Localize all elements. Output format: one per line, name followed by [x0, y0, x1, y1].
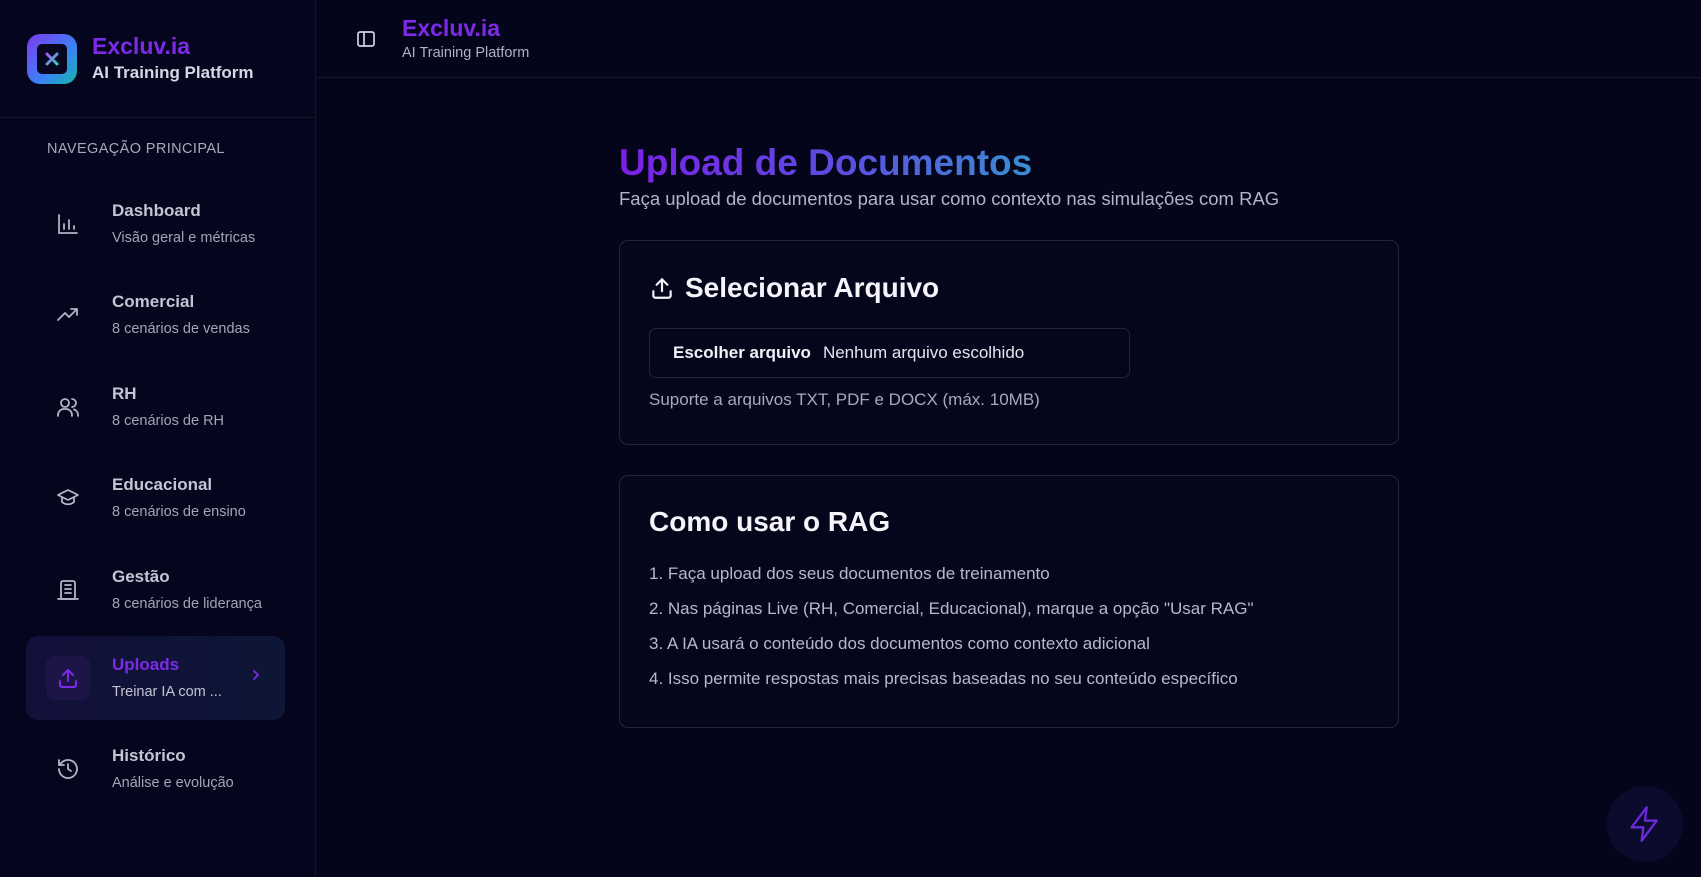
sidebar-item-rh[interactable]: RH 8 cenários de RH	[26, 365, 285, 449]
sidebar-item-desc: Análise e evolução	[112, 775, 234, 791]
trending-up-icon	[46, 293, 90, 337]
sidebar-item-desc: 8 cenários de ensino	[112, 504, 246, 520]
upload-page: Upload de Documentos Faça upload de docu…	[619, 141, 1399, 728]
sidebar-item-desc: 8 cenários de vendas	[112, 321, 250, 337]
logo-icon	[27, 33, 77, 84]
sidebar-item-gestao[interactable]: Gestão 8 cenários de liderança	[26, 548, 285, 632]
sidebar-item-dashboard[interactable]: Dashboard Visão geral e métricas	[26, 182, 285, 266]
sidebar-item-comercial[interactable]: Comercial 8 cenários de vendas	[26, 273, 285, 357]
sidebar-item-title: Educacional	[112, 475, 213, 494]
brand[interactable]: Excluv.ia AI Training Platform	[0, 0, 315, 118]
header-subtitle: AI Training Platform	[402, 44, 530, 61]
upload-card: Selecionar Arquivo Escolher arquivo Nenh…	[619, 240, 1399, 445]
upload-card-title-text: Selecionar Arquivo	[685, 272, 940, 303]
sidebar: Excluv.ia AI Training Platform NAVEGAÇÃO…	[0, 0, 316, 877]
list-item: 2. Nas páginas Live (RH, Comercial, Educ…	[649, 599, 1254, 618]
nav-heading: NAVEGAÇÃO PRINCIPAL	[47, 141, 225, 157]
page-title: Upload de Documentos	[619, 142, 1033, 183]
upload-icon	[46, 656, 90, 700]
rag-card: Como usar o RAG 1. Faça upload dos seus …	[619, 475, 1399, 728]
sidebar-item-desc: Treinar IA com ...	[112, 684, 222, 700]
users-icon	[46, 385, 90, 429]
sidebar-item-title: Histórico	[112, 746, 186, 765]
main-content: Excluv.ia AI Training Platform Upload de…	[316, 0, 1701, 877]
sidebar-item-desc: Visão geral e métricas	[112, 230, 256, 246]
brand-subtitle: AI Training Platform	[92, 63, 254, 82]
file-input[interactable]: Escolher arquivo Nenhum arquivo escolhid…	[649, 328, 1130, 378]
sidebar-item-title: Uploads	[112, 655, 180, 674]
sidebar-item-uploads[interactable]: Uploads Treinar IA com ...	[26, 636, 285, 720]
file-status: Nenhum arquivo escolhido	[822, 343, 1025, 362]
upload-icon	[649, 275, 675, 301]
graduation-cap-icon	[46, 476, 90, 520]
sidebar-item-educacional[interactable]: Educacional 8 cenários de ensino	[26, 456, 285, 540]
rag-steps: 1. Faça upload dos seus documentos de tr…	[649, 564, 1369, 689]
sidebar-item-title: Comercial	[112, 292, 195, 311]
brand-name: Excluv.ia	[92, 33, 191, 59]
support-text: Suporte a arquivos TXT, PDF e DOCX (máx.…	[649, 390, 1040, 409]
sidebar-item-title: Dashboard	[112, 201, 201, 220]
rag-card-title: Como usar o RAG	[649, 506, 891, 537]
building-icon	[46, 568, 90, 612]
sidebar-item-desc: 8 cenários de RH	[112, 413, 225, 429]
list-item: 4. Isso permite respostas mais precisas …	[649, 669, 1238, 688]
upload-card-title: Selecionar Arquivo	[649, 271, 1369, 305]
sidebar-item-title: RH	[112, 384, 137, 403]
sidebar-item-historico[interactable]: Histórico Análise e evolução	[26, 727, 285, 811]
sidebar-item-title: Gestão	[112, 567, 170, 586]
list-item: 3. A IA usará o conteúdo dos documentos …	[649, 634, 1150, 653]
history-icon	[46, 747, 90, 791]
list-item: 1. Faça upload dos seus documentos de tr…	[649, 564, 1050, 583]
bar-chart-icon	[46, 202, 90, 246]
sidebar-toggle-icon[interactable]	[354, 27, 378, 51]
page-subtitle: Faça upload de documentos para usar como…	[619, 188, 1280, 209]
lightning-button[interactable]	[1607, 786, 1683, 862]
topbar: Excluv.ia AI Training Platform	[316, 0, 1701, 78]
lightning-icon	[1630, 806, 1658, 842]
sidebar-item-desc: 8 cenários de liderança	[112, 596, 262, 612]
header-title: Excluv.ia	[402, 14, 501, 41]
choose-file-button[interactable]: Escolher arquivo	[673, 343, 811, 363]
chevron-right-icon	[249, 668, 263, 687]
